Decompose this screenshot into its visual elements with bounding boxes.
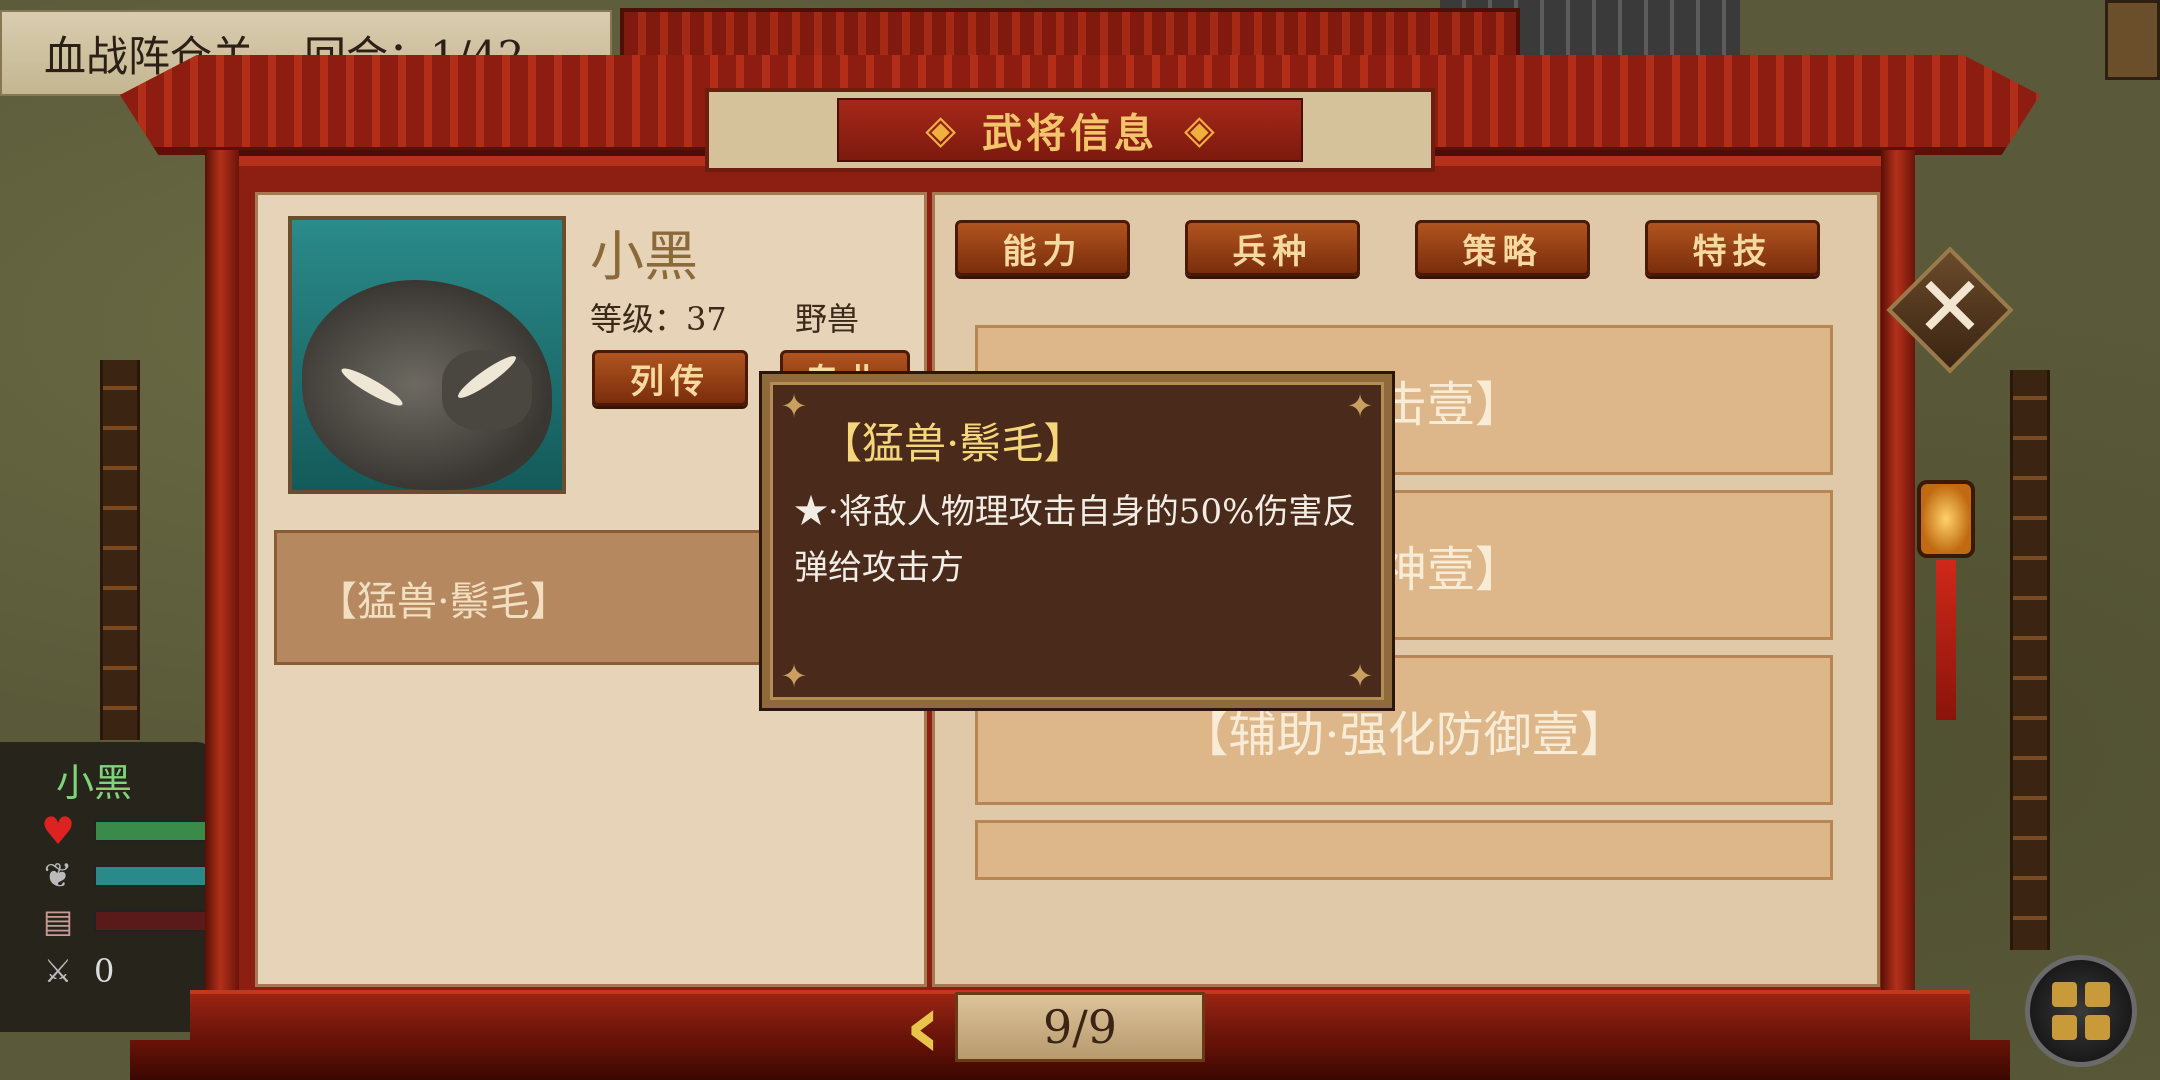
map-fence	[100, 360, 140, 740]
title-banner: ◈ 武将信息 ◈	[837, 98, 1303, 162]
hp-row: ♥	[36, 812, 214, 850]
exp-row: ▤	[36, 902, 214, 940]
corner-ornament-icon: ✦	[780, 387, 808, 425]
sword-icon: ⚔	[43, 952, 73, 990]
title-plaque: ◈ 武将信息 ◈	[705, 88, 1435, 172]
skill-row[interactable]	[975, 820, 1833, 880]
tab-troop-type[interactable]: 兵种	[1185, 220, 1360, 276]
exp-bar	[94, 910, 214, 932]
dialog-title: 武将信息	[982, 110, 1158, 157]
boar-snout	[442, 350, 532, 430]
hero-type: 野兽	[795, 300, 860, 338]
left-pillar	[205, 150, 239, 1020]
tooltip-title: 【猛兽·鬃毛】	[820, 419, 1086, 468]
tab-special-skill[interactable]: 特技	[1645, 220, 1820, 276]
bio-button[interactable]: 列传	[592, 350, 748, 406]
map-fence	[2010, 370, 2050, 950]
wing-icon: ❦	[43, 856, 73, 896]
tassel-decoration	[1936, 560, 1956, 720]
hero-portrait	[288, 216, 566, 494]
tooltip-description: ★·将敌人物理攻击自身的50%伤害反弹给攻击方	[794, 492, 1357, 588]
corner-ornament-icon: ✦	[780, 657, 808, 695]
corner-ornament-icon: ✦	[1346, 387, 1374, 425]
tab-strategy[interactable]: 策略	[1415, 220, 1590, 276]
attack-row: ⚔ 0	[36, 952, 115, 990]
hp-bar	[94, 820, 214, 842]
heart-icon: ♥	[40, 809, 76, 853]
hero-level: 等级：37	[590, 300, 727, 338]
page-indicator: 9/9	[955, 992, 1205, 1062]
prev-page-arrow-icon[interactable]: ‹	[888, 982, 958, 1072]
lantern-icon	[1917, 480, 1975, 558]
scroll-icon: ▤	[42, 902, 74, 940]
swirl-left-icon: ◈	[925, 107, 956, 153]
skill-tooltip: ✦ ✦ ✦ ✦ 【猛兽·鬃毛】 ★·将敌人物理攻击自身的50%伤害反弹给攻击方	[762, 374, 1392, 708]
mp-bar	[94, 865, 214, 887]
unit-name: 小黑	[56, 761, 133, 805]
hero-name: 小黑	[590, 225, 698, 288]
close-icon[interactable]: ✕	[1905, 262, 1995, 352]
mp-row: ❦	[36, 857, 214, 895]
tab-ability[interactable]: 能力	[955, 220, 1130, 276]
swirl-right-icon: ◈	[1184, 107, 1215, 153]
unit-status-panel[interactable]: 小黑 ♥ ❦ ▤ ⚔ 0	[0, 742, 215, 1032]
grid-menu-icon[interactable]	[2052, 982, 2110, 1040]
attack-count: 0	[94, 952, 115, 990]
map-building	[2105, 0, 2160, 80]
corner-ornament-icon: ✦	[1346, 657, 1374, 695]
